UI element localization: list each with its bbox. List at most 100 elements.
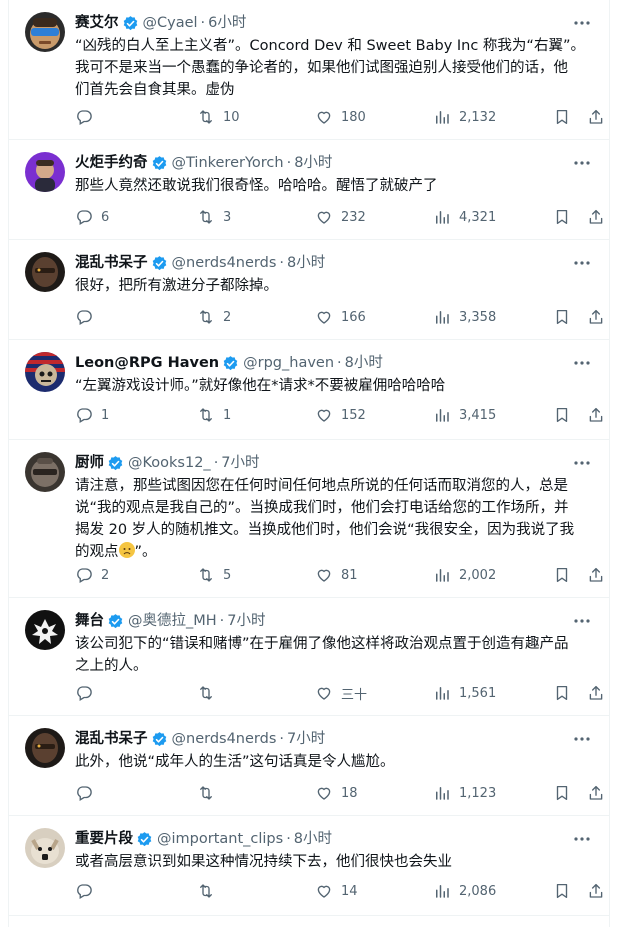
timestamp[interactable]: 7小时	[287, 729, 325, 749]
share-button[interactable]	[587, 106, 605, 128]
reply-button[interactable]: 1	[75, 404, 109, 426]
retweet-button[interactable]: 3	[197, 206, 231, 228]
retweet-button[interactable]: 5	[197, 564, 231, 586]
avatar[interactable]	[25, 252, 65, 292]
user-handle[interactable]: @important_clips	[157, 829, 283, 849]
retweet-button[interactable]	[197, 782, 223, 804]
user-handle[interactable]: @Kooks12_	[128, 453, 211, 473]
views-button[interactable]: 1,123	[433, 782, 496, 804]
more-options-icon[interactable]	[573, 830, 591, 848]
like-button[interactable]: 232	[315, 206, 366, 228]
tweet[interactable]: 厨师 @Kooks12_ · 7小时 请注意，那些试图因您在任何时间任何地点所说…	[9, 440, 609, 598]
display-name[interactable]: 混乱书呆子	[75, 253, 148, 273]
timestamp[interactable]: 8小时	[345, 353, 383, 373]
share-button[interactable]	[587, 880, 605, 902]
bookmark-button[interactable]	[553, 782, 571, 804]
share-button[interactable]	[587, 782, 605, 804]
reply-button[interactable]	[75, 306, 101, 328]
user-handle[interactable]: @TinkererYorch	[172, 153, 284, 173]
user-handle[interactable]: @nerds4nerds	[172, 729, 277, 749]
timestamp[interactable]: 6小时	[208, 13, 246, 33]
share-button[interactable]	[587, 404, 605, 426]
more-options-icon[interactable]	[573, 730, 591, 748]
tweet[interactable]: 舞台 @奥德拉_MH · 7小时 该公司犯下的“错误和赌博”在于雇佣了像他这样将…	[9, 598, 609, 716]
timestamp[interactable]: 8小时	[294, 829, 332, 849]
display-name[interactable]: 厨师	[75, 453, 104, 473]
tweet-actions: 6 3 232 4,321	[75, 206, 605, 228]
share-button[interactable]	[587, 564, 605, 586]
more-options-icon[interactable]	[573, 454, 591, 472]
avatar[interactable]	[25, 352, 65, 392]
timestamp[interactable]: 7小时	[221, 453, 259, 473]
display-name[interactable]: Leon@RPG Haven	[75, 353, 219, 373]
reply-button[interactable]	[75, 682, 101, 704]
retweet-button[interactable]: 10	[197, 106, 240, 128]
tweet[interactable]: 重要片段 @important_clips · 8小时 或者高层意识到如果这种情…	[9, 816, 609, 916]
reply-button[interactable]	[75, 106, 101, 128]
retweet-button[interactable]: 1	[197, 404, 231, 426]
like-button[interactable]: 18	[315, 782, 358, 804]
views-button[interactable]: 3,358	[433, 306, 496, 328]
timestamp[interactable]: 7小时	[227, 611, 265, 631]
reply-button[interactable]: 2	[75, 564, 109, 586]
like-button[interactable]: 166	[315, 306, 366, 328]
share-button[interactable]	[587, 306, 605, 328]
user-handle[interactable]: @Cyael	[143, 13, 198, 33]
display-name[interactable]: 混乱书呆子	[75, 729, 148, 749]
reply-button[interactable]	[75, 782, 101, 804]
more-options-icon[interactable]	[573, 254, 591, 272]
bookmark-button[interactable]	[553, 404, 571, 426]
bookmark-button[interactable]	[553, 880, 571, 902]
like-button[interactable]: 三十	[315, 682, 367, 704]
views-button[interactable]: 2,132	[433, 106, 496, 128]
user-handle[interactable]: @rpg_haven	[243, 353, 334, 373]
avatar[interactable]	[25, 610, 65, 650]
display-name[interactable]: 火炬手约奇	[75, 153, 148, 173]
share-button[interactable]	[587, 682, 605, 704]
views-button[interactable]: 1,561	[433, 682, 496, 704]
bookmark-icon	[556, 785, 568, 801]
avatar[interactable]	[25, 12, 65, 52]
tweet[interactable]: Leon@RPG Haven @rpg_haven · 8小时 “左翼游戏设计师…	[9, 340, 609, 440]
views-button[interactable]: 2,086	[433, 880, 496, 902]
reply-button[interactable]: 6	[75, 206, 109, 228]
bookmark-icon	[556, 567, 568, 583]
bookmark-button[interactable]	[553, 206, 571, 228]
display-name[interactable]: 重要片段	[75, 829, 133, 849]
bookmark-button[interactable]	[553, 306, 571, 328]
views-button[interactable]: 2,002	[433, 564, 496, 586]
retweet-button[interactable]: 2	[197, 306, 231, 328]
like-button[interactable]: 180	[315, 106, 366, 128]
more-options-icon[interactable]	[573, 154, 591, 172]
display-name[interactable]: 舞台	[75, 611, 104, 631]
more-options-icon[interactable]	[573, 14, 591, 32]
tweet[interactable]: 混乱书呆子 @nerds4nerds · 8小时 很好，把所有激进分子都除掉。 …	[9, 240, 609, 340]
reply-count: 2	[101, 567, 110, 583]
retweet-button[interactable]	[197, 682, 223, 704]
timestamp[interactable]: 8小时	[287, 253, 325, 273]
bookmark-button[interactable]	[553, 682, 571, 704]
tweet[interactable]: 火炬手约奇 @TinkererYorch · 8小时 那些人竟然还敢说我们很奇怪…	[9, 140, 609, 240]
more-options-icon[interactable]	[573, 354, 591, 372]
more-options-icon[interactable]	[573, 612, 591, 630]
share-button[interactable]	[587, 206, 605, 228]
like-button[interactable]: 81	[315, 564, 358, 586]
tweet[interactable]: 赛艾尔 @Cyael · 6小时 “凶残的白人至上主义者”。Concord De…	[9, 0, 609, 140]
like-button[interactable]: 14	[315, 880, 358, 902]
like-button[interactable]: 152	[315, 404, 366, 426]
user-handle[interactable]: @奥德拉_MH	[128, 611, 217, 631]
reply-button[interactable]	[75, 880, 101, 902]
user-handle[interactable]: @nerds4nerds	[172, 253, 277, 273]
tweet[interactable]: 混乱书呆子 @nerds4nerds · 7小时 此外，他说“成年人的生活”这句…	[9, 716, 609, 816]
timestamp[interactable]: 8小时	[294, 153, 332, 173]
avatar[interactable]	[25, 452, 65, 492]
bookmark-button[interactable]	[553, 106, 571, 128]
avatar[interactable]	[25, 152, 65, 192]
display-name[interactable]: 赛艾尔	[75, 13, 119, 33]
retweet-button[interactable]	[197, 880, 223, 902]
avatar[interactable]	[25, 728, 65, 768]
avatar[interactable]	[25, 828, 65, 868]
bookmark-button[interactable]	[553, 564, 571, 586]
views-button[interactable]: 3,415	[433, 404, 496, 426]
views-button[interactable]: 4,321	[433, 206, 496, 228]
